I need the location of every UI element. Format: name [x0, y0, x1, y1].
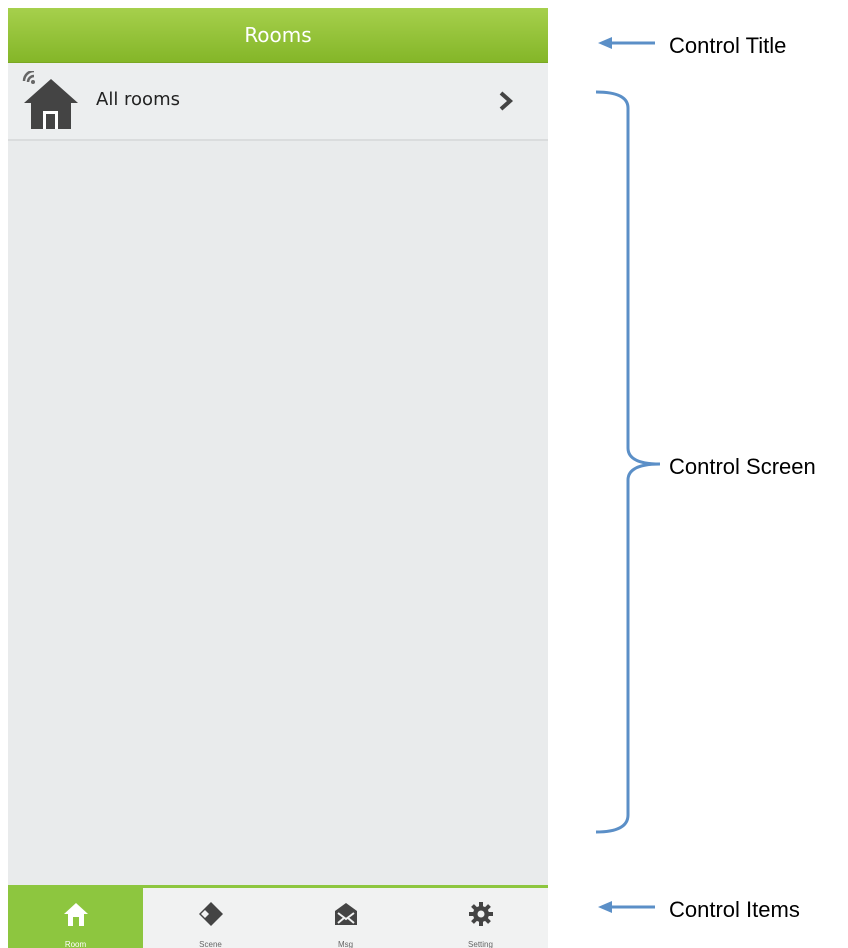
control-items-annotation: Control Items	[669, 897, 800, 922]
control-title-annotation: Control Title	[669, 33, 787, 58]
items-arrow-icon	[598, 901, 655, 913]
screen-bracket-icon	[595, 90, 661, 834]
control-screen-annotation: Control Screen	[669, 454, 816, 479]
title-arrow-icon	[598, 37, 655, 49]
